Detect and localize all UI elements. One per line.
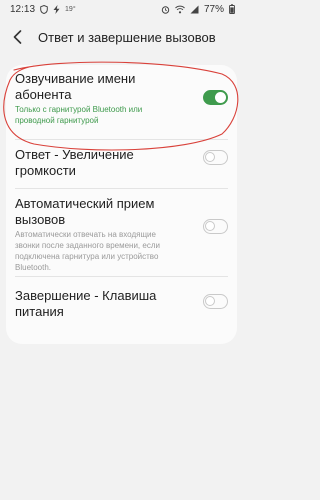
setting-subtitle: Только с гарнитурой Bluetooth или провод… (15, 105, 143, 125)
caller-name-toggle[interactable] (203, 90, 228, 105)
power-end-toggle[interactable] (203, 294, 228, 309)
toggle-knob (205, 296, 215, 306)
alarm-icon (161, 5, 170, 14)
toggle-knob (205, 152, 215, 162)
setting-row-power-end[interactable]: Завершение - Клавиша питания (6, 277, 237, 337)
toggle-knob (205, 221, 215, 231)
setting-subtitle: Автоматически отвечать на входящие звонк… (15, 230, 160, 272)
page-title: Ответ и завершение вызовов (38, 29, 216, 45)
setting-row-caller-name[interactable]: Озвучивание имени абонента Только с гарн… (6, 65, 237, 138)
wifi-icon (175, 5, 185, 14)
setting-title: Автоматический прием вызовов (15, 196, 155, 227)
toggle-knob (215, 91, 226, 103)
setting-title: Ответ - Увеличение громкости (15, 147, 134, 178)
setting-row-auto-answer[interactable]: Автоматический прием вызовов Автоматичес… (6, 189, 237, 275)
lightning-icon (53, 4, 60, 14)
setting-row-volume-answer[interactable]: Ответ - Увеличение громкости (6, 140, 237, 189)
setting-title: Завершение - Клавиша питания (15, 288, 157, 319)
status-temperature: 19° (65, 5, 76, 13)
status-left: 12:13 19° (10, 4, 76, 15)
status-right: 77% (161, 4, 235, 15)
signal-icon (190, 5, 199, 14)
status-time: 12:13 (10, 3, 36, 15)
back-button[interactable] (13, 27, 29, 47)
auto-answer-toggle[interactable] (203, 219, 228, 234)
setting-title: Озвучивание имени абонента (15, 71, 136, 102)
header: Ответ и завершение вызовов (0, 22, 243, 52)
back-arrow-icon (13, 30, 22, 44)
status-battery-text: 77% (203, 3, 224, 15)
battery-icon (229, 4, 235, 14)
shield-icon (40, 4, 48, 14)
status-bar: 12:13 19° 77% (0, 0, 243, 18)
volume-answer-toggle[interactable] (203, 150, 228, 165)
settings-card: Озвучивание имени абонента Только с гарн… (6, 65, 237, 344)
